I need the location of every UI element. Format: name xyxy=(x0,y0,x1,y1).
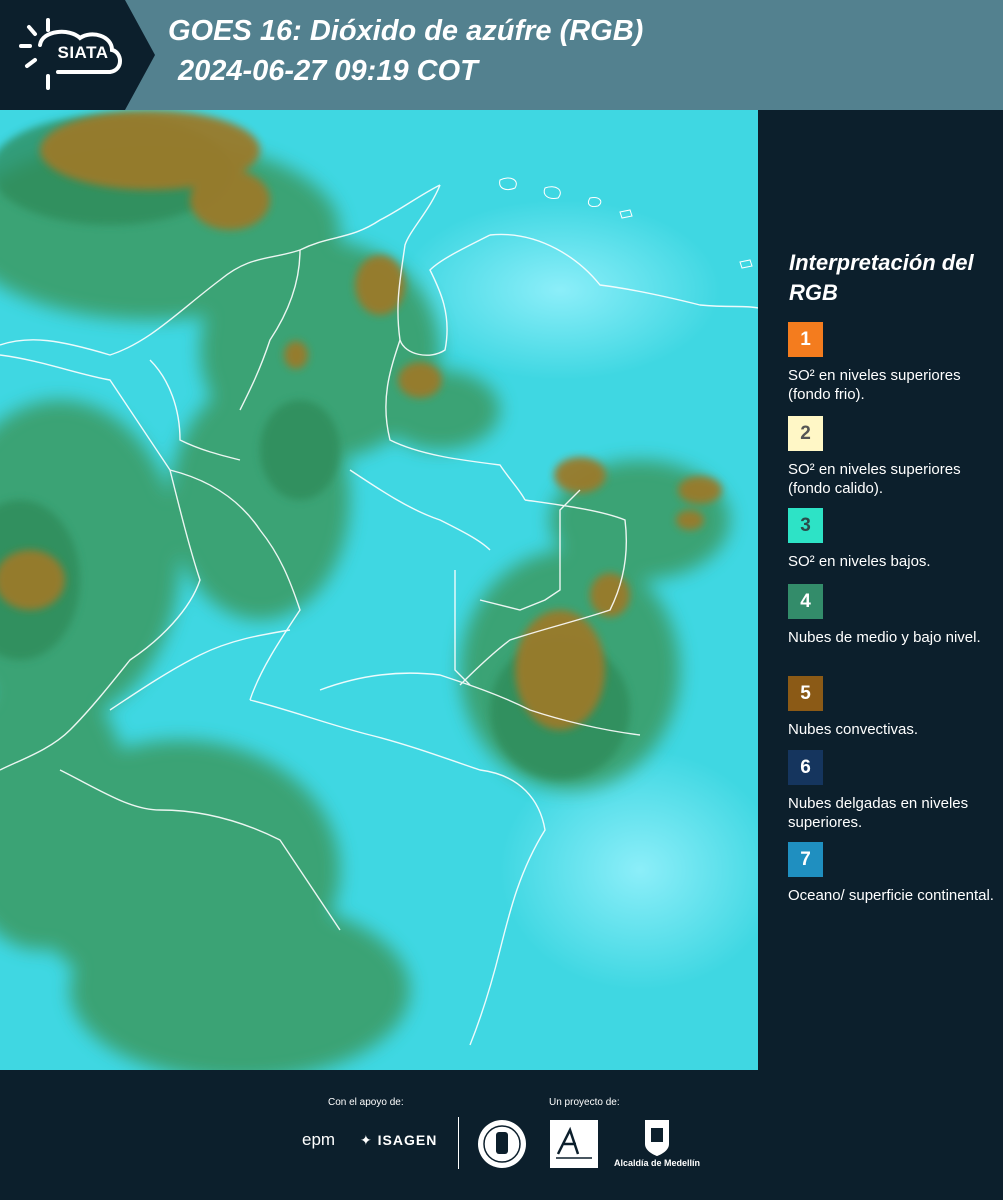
legend-number-4: 4 xyxy=(800,590,811,612)
area-metropolitana-logo-icon[interactable] xyxy=(548,1118,600,1170)
medellin-seal-icon[interactable] xyxy=(476,1118,528,1170)
legend-item-6: 6 Nubes delgadas en niveles superiores. xyxy=(788,750,998,832)
alcaldia-shield-icon xyxy=(645,1120,669,1156)
legend-label-4: Nubes de medio y bajo nivel. xyxy=(788,629,981,646)
legend-label-1: SO² en niveles superiores (fondo frio). xyxy=(788,367,961,403)
legend-item-7: 7 Oceano/ superficie continental. xyxy=(788,842,998,905)
legend-label-6: Nubes delgadas en niveles superiores. xyxy=(788,795,969,831)
isagen-logo-text: ISAGEN xyxy=(377,1132,438,1148)
legend-swatch-6: 6 xyxy=(788,750,823,785)
legend-swatch-1: 1 xyxy=(788,322,823,357)
siata-logo-text: SIATA xyxy=(57,43,109,62)
epm-logo[interactable]: epm xyxy=(302,1130,335,1150)
alcaldia-logo[interactable]: Alcaldía de Medellín xyxy=(612,1118,702,1173)
isagen-mark-icon: ✦ xyxy=(360,1132,378,1148)
project-label: Un proyecto de: xyxy=(549,1097,620,1108)
isagen-logo[interactable]: ✦ ISAGEN xyxy=(360,1132,437,1149)
legend-item-3: 3 SO² en niveles bajos. xyxy=(788,508,998,571)
legend-swatch-2: 2 xyxy=(788,416,823,451)
satellite-image xyxy=(0,110,758,1070)
legend-label-5: Nubes convectivas. xyxy=(788,721,919,738)
page-title: GOES 16: Dióxido de azúfre (RGB) xyxy=(168,15,644,47)
legend-number-3: 3 xyxy=(800,514,811,536)
siata-logo[interactable]: SIATA xyxy=(0,0,160,110)
footer: Con el apoyo de: Un proyecto de: epm ✦ I… xyxy=(0,1070,1003,1200)
legend-title: Interpretación del RGB xyxy=(789,250,974,305)
legend-label-3: SO² en niveles bajos. xyxy=(788,553,931,570)
legend-item-5: 5 Nubes convectivas. xyxy=(788,676,998,739)
legend-panel: Interpretación del RGB 1 SO² en niveles … xyxy=(760,110,1003,1070)
alcaldia-text: Alcaldía de Medellín xyxy=(613,1158,701,1168)
legend-swatch-4: 4 xyxy=(788,584,823,619)
legend-swatch-3: 3 xyxy=(788,508,823,543)
legend-number-5: 5 xyxy=(800,682,811,704)
page-timestamp: 2024-06-27 09:19 COT xyxy=(178,55,478,87)
legend-item-4: 4 Nubes de medio y bajo nivel. xyxy=(788,584,998,647)
legend-label-2: SO² en niveles superiores (fondo calido)… xyxy=(788,461,961,497)
support-label: Con el apoyo de: xyxy=(328,1097,404,1108)
legend-number-6: 6 xyxy=(800,756,811,778)
legend-number-1: 1 xyxy=(800,328,811,350)
legend-number-2: 2 xyxy=(800,422,811,444)
satellite-map[interactable] xyxy=(0,110,758,1070)
legend-swatch-5: 5 xyxy=(788,676,823,711)
footer-divider xyxy=(458,1117,459,1169)
legend-label-7: Oceano/ superficie continental. xyxy=(788,887,994,904)
legend-swatch-7: 7 xyxy=(788,842,823,877)
legend-item-1: 1 SO² en niveles superiores (fondo frio)… xyxy=(788,322,998,404)
header: SIATA GOES 16: Dióxido de azúfre (RGB) 2… xyxy=(0,0,1003,110)
legend-number-7: 7 xyxy=(800,848,811,870)
legend-item-2: 2 SO² en niveles superiores (fondo calid… xyxy=(788,416,998,498)
